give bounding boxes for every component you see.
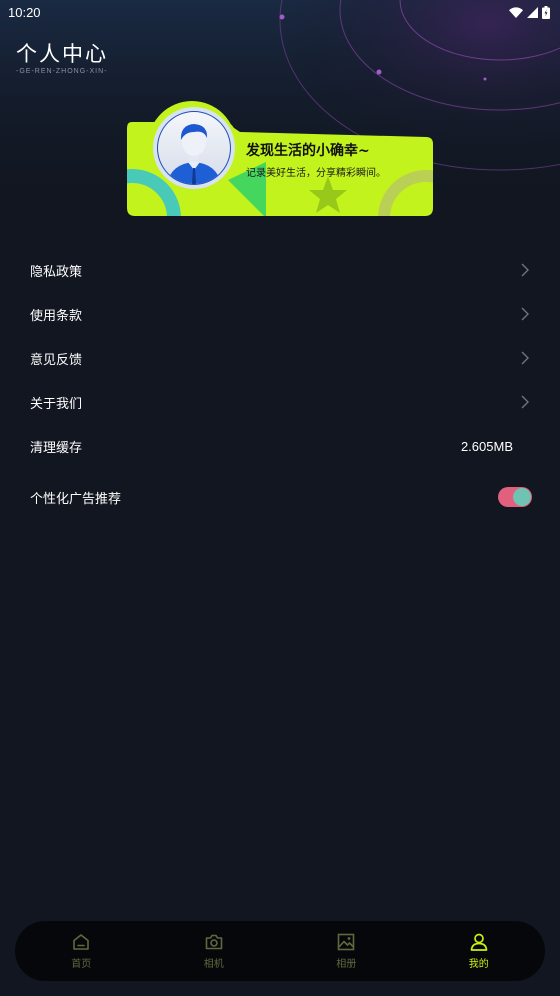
wifi-icon bbox=[509, 6, 523, 18]
settings-menu: 隐私政策 使用条款 意见反馈 关于我们 清理缓存 2.605MB 个性化广告推荐 bbox=[0, 248, 560, 519]
image-icon bbox=[337, 933, 355, 951]
status-icons bbox=[509, 5, 550, 19]
page-subtitle: -GE-REN-ZHONG-XIN- bbox=[16, 68, 108, 75]
menu-item-label: 清理缓存 bbox=[30, 440, 83, 456]
tab-label: 首页 bbox=[71, 959, 92, 970]
cache-size-value: 2.605MB bbox=[460, 438, 513, 454]
tab-label: 我的 bbox=[468, 959, 489, 970]
card-headline: 发现生活的小确幸~ bbox=[246, 143, 370, 159]
tab-mine[interactable]: 我的 bbox=[439, 932, 519, 970]
personalized-ads-toggle[interactable] bbox=[498, 487, 532, 507]
battery-icon bbox=[542, 5, 550, 19]
chevron-right-icon bbox=[521, 307, 529, 321]
tab-label: 相册 bbox=[336, 959, 357, 970]
menu-item-feedback[interactable]: 意见反馈 bbox=[0, 336, 560, 380]
menu-item-clear-cache[interactable]: 清理缓存 2.605MB bbox=[0, 424, 560, 468]
signal-icon bbox=[527, 6, 538, 18]
camera-icon bbox=[205, 934, 223, 950]
menu-item-personalized-ads: 个性化广告推荐 bbox=[0, 475, 560, 519]
bottom-tab-bar: 首页 相机 相册 我的 bbox=[15, 921, 545, 981]
menu-item-privacy-policy[interactable]: 隐私政策 bbox=[0, 248, 560, 292]
menu-item-label: 个性化广告推荐 bbox=[30, 491, 122, 507]
tab-album[interactable]: 相册 bbox=[306, 932, 386, 970]
profile-card[interactable]: 发现生活的小确幸~ 记录美好生活，分享精彩瞬间。 bbox=[126, 100, 434, 218]
status-bar: 10:20 bbox=[0, 0, 560, 24]
menu-item-label: 意见反馈 bbox=[30, 352, 83, 368]
menu-item-terms-of-use[interactable]: 使用条款 bbox=[0, 292, 560, 336]
card-tagline: 记录美好生活，分享精彩瞬间。 bbox=[246, 168, 386, 179]
chevron-right-icon bbox=[521, 351, 529, 365]
menu-item-label: 关于我们 bbox=[30, 396, 83, 412]
tab-camera[interactable]: 相机 bbox=[174, 932, 254, 970]
avatar[interactable] bbox=[152, 106, 236, 190]
tab-home[interactable]: 首页 bbox=[41, 932, 121, 970]
user-icon bbox=[470, 933, 488, 951]
menu-item-about-us[interactable]: 关于我们 bbox=[0, 380, 560, 424]
page-title: 个人中心 bbox=[16, 42, 108, 66]
tab-label: 相机 bbox=[203, 959, 224, 970]
toggle-knob bbox=[513, 488, 531, 506]
menu-item-label: 隐私政策 bbox=[30, 264, 83, 280]
chevron-right-icon bbox=[521, 395, 529, 409]
menu-item-label: 使用条款 bbox=[30, 308, 83, 324]
status-time: 10:20 bbox=[8, 4, 41, 20]
chevron-right-icon bbox=[521, 263, 529, 277]
home-icon bbox=[73, 934, 90, 950]
